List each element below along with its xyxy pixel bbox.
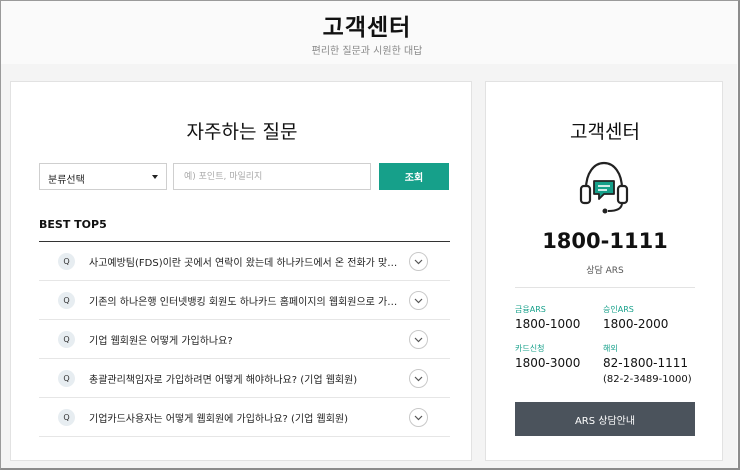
question-badge: Q bbox=[58, 409, 75, 426]
question-badge: Q bbox=[58, 331, 75, 348]
approval-ars-number: 1800-2000 bbox=[603, 317, 669, 331]
category-select[interactable]: 분류선택 bbox=[39, 163, 167, 190]
caret-down-icon bbox=[152, 175, 158, 179]
overseas-alt-number: (82-2-3489-1000) bbox=[603, 374, 692, 385]
chevron-down-icon bbox=[414, 376, 423, 382]
card-application-number: 1800-3000 bbox=[515, 356, 581, 370]
faq-question[interactable]: 사고예방팀(FDS)이란 곳에서 연락이 왔는데 하나카드에서 온 전화가 맞나… bbox=[89, 254, 399, 269]
page-title: 고객센터 bbox=[322, 15, 412, 41]
expand-button[interactable] bbox=[409, 369, 428, 388]
headset-chat-icon bbox=[579, 161, 629, 214]
finance-ars-number: 1800-1000 bbox=[515, 317, 581, 331]
best-top5-label: BEST TOP5 bbox=[39, 218, 107, 231]
faq-item[interactable]: Q 사고예방팀(FDS)이란 곳에서 연락이 왔는데 하나카드에서 온 전화가 … bbox=[39, 242, 450, 281]
category-select-value: 분류선택 bbox=[48, 175, 85, 186]
divider bbox=[515, 287, 695, 288]
approval-ars-label: 승인ARS bbox=[603, 305, 634, 314]
overseas-label: 해외 bbox=[603, 344, 618, 353]
faq-question[interactable]: 기존의 하나은행 인터넷뱅킹 회원도 하나카드 홈페이지의 웹회원으로 가입해야… bbox=[89, 293, 399, 308]
card-application-label: 카드신청 bbox=[515, 344, 545, 353]
faq-question[interactable]: 총괄관리책임자로 가입하려면 어떻게 해야하나요? (기업 웹회원) bbox=[89, 371, 399, 386]
chevron-down-icon bbox=[414, 298, 423, 304]
faq-question[interactable]: 기업 웹회원은 어떻게 가입하나요? bbox=[89, 332, 399, 347]
question-badge: Q bbox=[58, 292, 75, 309]
faq-panel: 자주하는 질문 분류선택 조회 BEST TOP5 Q 사고예방팀(FDS)이란… bbox=[10, 81, 472, 461]
ars-guide-button[interactable]: ARS 상담안내 bbox=[515, 402, 695, 436]
faq-item[interactable]: Q 기업카드사용자는 어떻게 웹회원에 가입하나요? (기업 웹회원) bbox=[39, 398, 450, 437]
question-badge: Q bbox=[58, 253, 75, 270]
chevron-down-icon bbox=[414, 415, 423, 421]
faq-title: 자주하는 질문 bbox=[186, 121, 298, 143]
faq-item[interactable]: Q 총괄관리책임자로 가입하려면 어떻게 해야하나요? (기업 웹회원) bbox=[39, 359, 450, 398]
question-badge: Q bbox=[58, 370, 75, 387]
faq-question[interactable]: 기업카드사용자는 어떻게 웹회원에 가입하나요? (기업 웹회원) bbox=[89, 410, 399, 425]
overseas-number: 82-1800-1111 bbox=[603, 356, 689, 370]
faq-search-input[interactable] bbox=[173, 163, 371, 190]
expand-button[interactable] bbox=[409, 291, 428, 310]
page-subtitle: 편리한 질문과 시원한 대답 bbox=[311, 46, 423, 57]
faq-item[interactable]: Q 기업 웹회원은 어떻게 가입하나요? bbox=[39, 320, 450, 359]
expand-button[interactable] bbox=[409, 330, 428, 349]
customer-center-panel: 고객센터 1800-1111 상담 ARS 금융ARS 1800-1000 승인… bbox=[485, 81, 723, 461]
faq-item[interactable]: Q 기존의 하나은행 인터넷뱅킹 회원도 하나카드 홈페이지의 웹회원으로 가입… bbox=[39, 281, 450, 320]
chevron-down-icon bbox=[414, 259, 423, 265]
chevron-down-icon bbox=[414, 337, 423, 343]
finance-ars-label: 금융ARS bbox=[515, 305, 546, 314]
expand-button[interactable] bbox=[409, 408, 428, 427]
expand-button[interactable] bbox=[409, 252, 428, 271]
main-phone-number: 1800-1111 bbox=[542, 229, 668, 253]
customer-center-title: 고객센터 bbox=[570, 121, 640, 143]
search-button[interactable]: 조회 bbox=[379, 163, 449, 190]
faq-list: Q 사고예방팀(FDS)이란 곳에서 연락이 왔는데 하나카드에서 온 전화가 … bbox=[39, 242, 450, 437]
main-phone-label: 상담 ARS bbox=[586, 266, 624, 276]
